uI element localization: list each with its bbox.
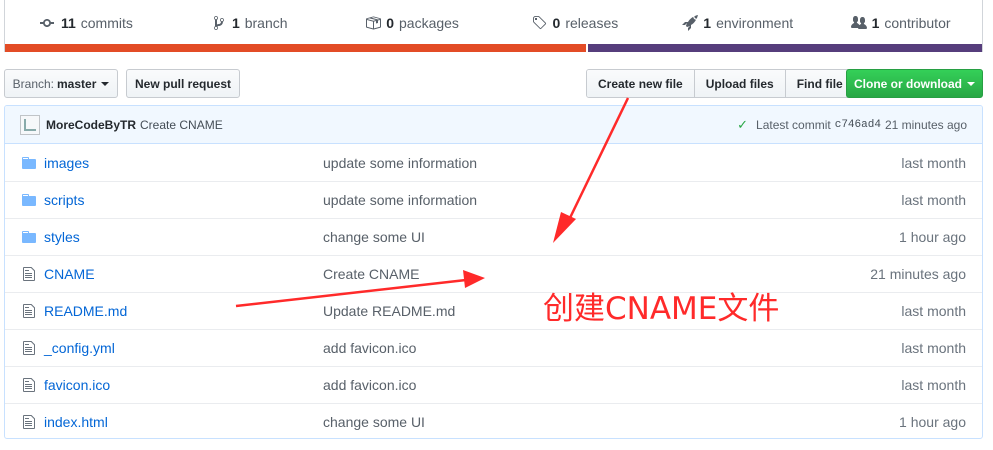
latest-commit-bar: MoreCodeByTR Create CNAME ✓ Latest commi… [5,106,982,144]
commit-sha[interactable]: c746ad4 [835,119,881,131]
contributors-link[interactable]: 1 contributor [819,15,982,31]
commits-label: commits [80,14,133,31]
find-file-button[interactable]: Find file [785,70,854,97]
file-name-link[interactable]: CNAME [44,266,324,282]
language-segment-0[interactable] [5,44,587,52]
branches-label: branch [244,14,288,31]
commit-author[interactable]: MoreCodeByTR [46,118,136,132]
packages-label: packages [399,14,459,31]
avatar[interactable] [20,114,40,135]
commit-icon [39,18,54,27]
environments-count: 1 [703,14,712,31]
folder-icon [21,229,37,245]
releases-count: 0 [552,14,561,31]
packages-link[interactable]: 0 packages [331,15,494,31]
folder-icon [21,192,37,208]
commit-time: 21 minutes ago [884,117,967,132]
file-name-link[interactable]: styles [44,229,324,245]
file-name-link[interactable]: scripts [44,192,324,208]
latest-commit-label: Latest commit [756,117,831,132]
file-table: MoreCodeByTR Create CNAME ✓ Latest commi… [4,105,983,439]
table-row: _config.yml add favicon.ico last month [5,329,982,366]
create-new-file-button[interactable]: Create new file [587,70,695,97]
language-bar[interactable] [5,44,982,52]
contributors-label: contributor [884,14,951,31]
file-name-link[interactable]: index.html [44,414,324,430]
file-name-link[interactable]: README.md [44,303,324,319]
commits-link[interactable]: 11 commits [5,15,168,31]
file-age: 21 minutes ago [870,266,966,282]
commit-message-link[interactable]: change some UI [323,414,425,430]
releases-link[interactable]: 0 releases [493,15,656,31]
file-age: last month [901,154,966,171]
annotation-text: 创建CNAME文件 [543,291,780,327]
file-name-link[interactable]: _config.yml [44,340,324,356]
contributors-count: 1 [871,14,880,31]
language-segment-1[interactable] [588,44,982,52]
table-row: images update some information last month [5,144,982,181]
file-actions-group: Create new file Upload files Find file [586,69,855,98]
file-age: last month [901,340,966,356]
branch-prefix: Branch: [12,76,54,91]
file-age: last month [901,192,966,208]
file-age: 1 hour ago [899,229,966,245]
folder-icon [21,155,37,171]
table-row: scripts update some information last month [5,181,982,218]
branches-count: 1 [231,14,240,31]
commit-message-link[interactable]: Create CNAME [323,266,419,282]
commit-message-link[interactable]: add favicon.ico [323,340,416,356]
commit-message-link[interactable]: change some UI [323,229,425,245]
commit-message-link[interactable]: update some information [323,192,477,208]
chevron-down-icon [101,81,110,86]
branches-link[interactable]: 1 branch [168,15,331,31]
file-age: last month [901,377,966,393]
file-age: 1 hour ago [899,414,966,430]
branch-icon [213,15,224,30]
clone-label: Clone or download [854,76,962,91]
packages-count: 0 [386,14,394,31]
file-name-link[interactable]: favicon.ico [44,377,324,393]
branch-name: master [57,76,97,91]
file-icon [21,340,37,356]
rocket-icon [682,14,699,31]
latest-commit-info: ✓ Latest commit c746ad4 21 minutes ago [737,117,967,133]
releases-label: releases [565,14,619,31]
clone-or-download-button[interactable]: Clone or download [846,69,983,98]
package-icon [366,16,382,29]
upload-files-button[interactable]: Upload files [694,70,786,97]
commits-count: 11 [60,14,76,31]
table-row: README.md Update README.md last month [5,292,982,329]
environments-label: environment [716,14,794,31]
file-icon [21,414,37,430]
commit-message[interactable]: Create CNAME [140,118,223,132]
commit-message-link[interactable]: add favicon.ico [323,377,416,393]
commit-message-link[interactable]: update some information [323,155,477,171]
commit-message-link[interactable]: Update README.md [323,303,455,319]
branch-select-button[interactable]: Branch: master [4,69,118,98]
file-icon [21,303,37,319]
file-icon [21,377,37,393]
file-list: images update some information last month s… [5,144,982,438]
table-row: favicon.ico add favicon.ico last month [5,366,982,403]
new-pull-request-button[interactable]: New pull request [126,69,240,98]
table-row: index.html change some UI 1 hour ago [5,403,982,438]
check-icon: ✓ [737,116,749,132]
tag-icon [532,15,546,29]
file-age: last month [901,303,966,319]
people-icon [850,15,867,29]
chevron-down-icon [967,81,975,86]
file-name-link[interactable]: images [44,155,324,171]
repo-summary: 11 commits 1 branch 0 packages 0 release… [4,0,983,52]
file-icon [21,266,37,282]
table-row: CNAME Create CNAME 21 minutes ago [5,255,982,292]
table-row: styles change some UI 1 hour ago [5,218,982,255]
environments-link[interactable]: 1 environment [656,14,819,31]
